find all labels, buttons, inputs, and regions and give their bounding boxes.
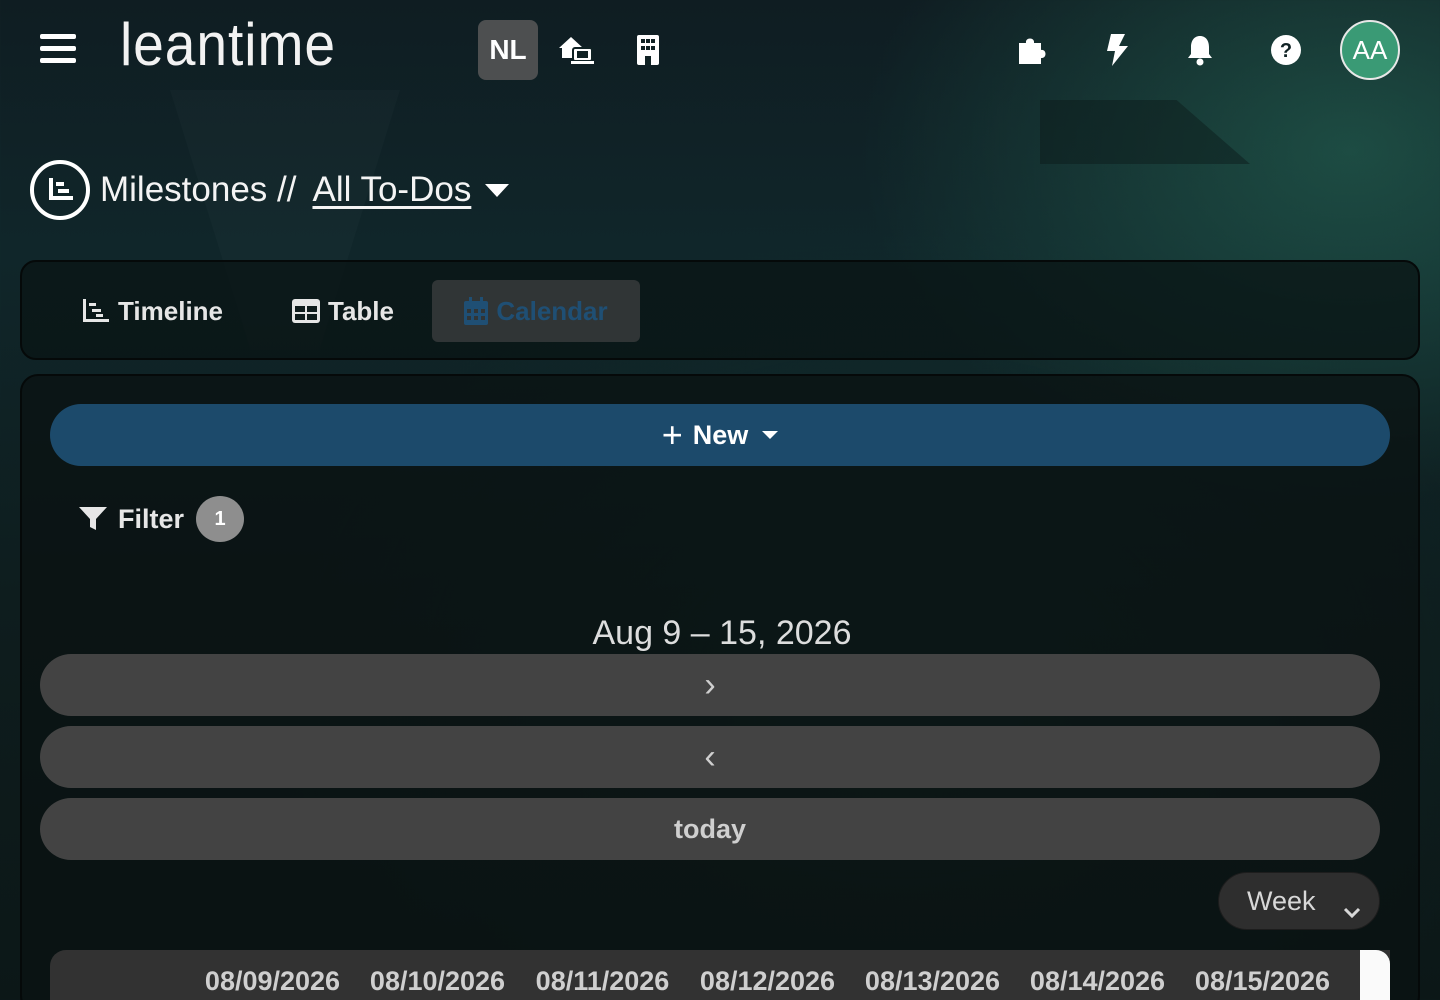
background-shape — [1040, 100, 1250, 164]
tab-label: Timeline — [118, 295, 224, 326]
filter-count-badge: 1 — [196, 496, 245, 542]
chevron-left-icon: ‹ — [704, 737, 716, 776]
tab-label: Table — [328, 295, 394, 326]
filter-label: Filter — [118, 503, 185, 534]
view-select[interactable]: Week — [1218, 872, 1380, 930]
top-header: leantime NL ? AA — [0, 0, 1440, 100]
new-button[interactable]: + New — [50, 404, 1390, 466]
bell-icon[interactable] — [1180, 30, 1220, 70]
home-office-icon[interactable] — [556, 30, 596, 70]
calendar-icon — [464, 297, 489, 325]
next-button[interactable]: › — [40, 654, 1380, 716]
caret-down-icon — [762, 431, 779, 439]
plus-icon: + — [661, 414, 683, 455]
menu-icon[interactable] — [40, 34, 76, 66]
timeline-icon — [82, 299, 110, 323]
puzzle-icon[interactable] — [1012, 30, 1052, 70]
calendar-range-title: Aug 9 – 15, 2026 — [592, 614, 852, 652]
today-label: today — [673, 813, 746, 844]
chevron-right-icon: › — [704, 665, 716, 704]
day-header: 08/13/2026 — [864, 966, 1001, 996]
filter-button[interactable]: Filter 1 — [78, 496, 245, 542]
caret-down-icon[interactable] — [485, 183, 510, 197]
view-selector-link[interactable]: All To-Dos — [312, 170, 471, 210]
app-logo[interactable]: leantime — [120, 10, 336, 79]
project-badge[interactable]: NL — [478, 20, 538, 80]
scrollbar[interactable] — [1360, 950, 1390, 1000]
filter-icon — [78, 506, 108, 532]
tab-table[interactable]: Table — [292, 280, 394, 342]
help-icon[interactable]: ? — [1266, 30, 1306, 70]
day-header: 08/12/2026 — [699, 966, 836, 996]
day-header: 08/09/2026 — [204, 966, 341, 996]
new-button-label: New — [692, 419, 749, 450]
prev-button[interactable]: ‹ — [40, 726, 1380, 788]
tab-calendar[interactable]: Calendar — [432, 280, 640, 342]
today-button[interactable]: today — [40, 798, 1380, 860]
svg-text:?: ? — [1280, 40, 1292, 62]
tab-timeline[interactable]: Timeline — [82, 280, 223, 342]
day-header: 08/14/2026 — [1029, 966, 1166, 996]
milestone-icon — [30, 160, 90, 220]
day-header: 08/10/2026 — [369, 966, 506, 996]
day-header: 08/11/2026 — [535, 966, 670, 996]
bolt-icon[interactable] — [1097, 30, 1137, 70]
page-title: Milestones // — [100, 170, 297, 209]
tab-label: Calendar — [496, 295, 608, 326]
building-icon[interactable] — [628, 30, 668, 70]
table-icon — [292, 299, 320, 323]
day-header: 08/15/2026 — [1194, 966, 1331, 996]
view-select-value: Week — [1247, 885, 1316, 916]
user-avatar[interactable]: AA — [1340, 20, 1400, 80]
view-tabs: Timeline Table Calendar — [20, 260, 1420, 360]
calendar-day-header: 08/09/2026 08/10/2026 08/11/2026 08/12/2… — [50, 950, 1390, 1000]
calendar-card: + New Filter 1 Aug 9 – 15, 2026 › ‹ toda… — [20, 374, 1420, 1000]
chevron-down-icon — [1343, 895, 1361, 926]
page-title-row: Milestones // All To-Dos — [30, 160, 510, 220]
